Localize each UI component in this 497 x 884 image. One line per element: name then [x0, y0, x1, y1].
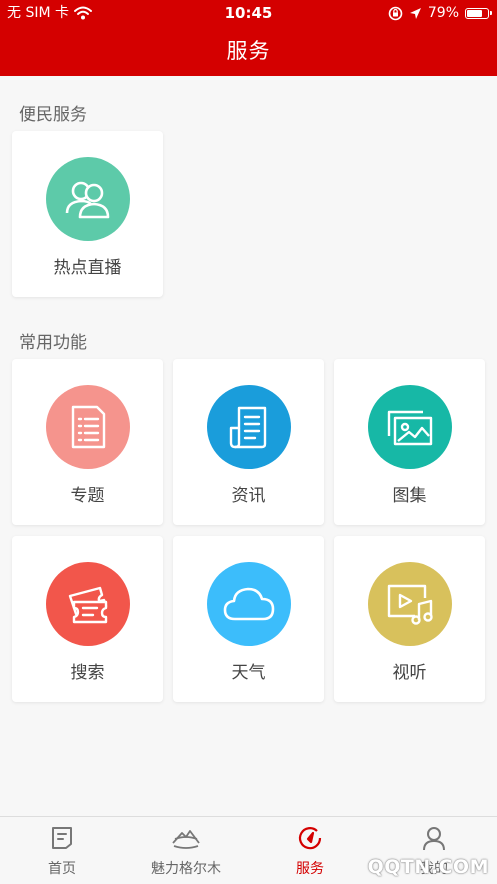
icon-bg — [207, 562, 291, 646]
live-users-icon — [65, 181, 110, 219]
mountain-icon — [172, 830, 200, 849]
top-bar: 无 SIM 卡 10:45 79% 服务 — [0, 0, 497, 76]
status-bar: 无 SIM 卡 10:45 79% — [0, 0, 497, 26]
tab-label: 魅力格尔木 — [151, 861, 221, 877]
function-card-search[interactable]: 搜索 — [12, 536, 163, 702]
tab-service[interactable]: 服务 — [248, 817, 372, 884]
battery-icon — [465, 7, 492, 19]
location-arrow-icon — [409, 7, 421, 19]
section-title-convenience: 便民服务 — [19, 105, 87, 125]
card-label: 专题 — [70, 486, 105, 506]
cloud-icon — [223, 587, 275, 621]
watermark-text: QQTN.COM — [367, 856, 489, 878]
card-label: 天气 — [231, 663, 266, 683]
status-right: 79% — [388, 0, 492, 26]
card-label: 搜索 — [70, 663, 105, 683]
card-label: 图集 — [392, 486, 427, 506]
ticket-icon — [68, 586, 108, 624]
icon-bg — [368, 385, 452, 469]
function-card-audiovisual[interactable]: 视听 — [334, 536, 485, 702]
card-label: 视听 — [392, 663, 427, 683]
icon-bg — [368, 562, 452, 646]
video-music-icon — [387, 584, 433, 625]
service-compass-icon — [298, 827, 322, 850]
service-card-live[interactable]: 热点直播 — [12, 131, 163, 297]
tab-label: 服务 — [296, 861, 324, 877]
function-card-topic[interactable]: 专题 — [12, 359, 163, 525]
icon-bg — [46, 385, 130, 469]
icon-bg — [46, 562, 130, 646]
tab-label: 首页 — [48, 861, 76, 877]
function-card-news[interactable]: 资讯 — [173, 359, 324, 525]
function-card-weather[interactable]: 天气 — [173, 536, 324, 702]
icon-bg — [46, 157, 130, 241]
card-label: 资讯 — [231, 486, 266, 506]
page-title: 服务 — [226, 39, 271, 63]
photo-gallery-icon — [387, 410, 433, 446]
function-card-gallery[interactable]: 图集 — [334, 359, 485, 525]
profile-icon — [423, 827, 445, 851]
tab-home[interactable]: 首页 — [0, 817, 124, 884]
rotation-lock-icon — [388, 6, 403, 20]
icon-bg — [207, 385, 291, 469]
section-title-common: 常用功能 — [19, 333, 87, 353]
card-label: 热点直播 — [53, 258, 122, 278]
tab-charm-golmud[interactable]: 魅力格尔木 — [124, 817, 248, 884]
newspaper-icon — [229, 406, 267, 449]
battery-percent: 79% — [427, 5, 459, 21]
document-list-icon — [71, 405, 106, 449]
battery-fill — [467, 9, 482, 17]
home-doc-icon — [52, 827, 72, 849]
